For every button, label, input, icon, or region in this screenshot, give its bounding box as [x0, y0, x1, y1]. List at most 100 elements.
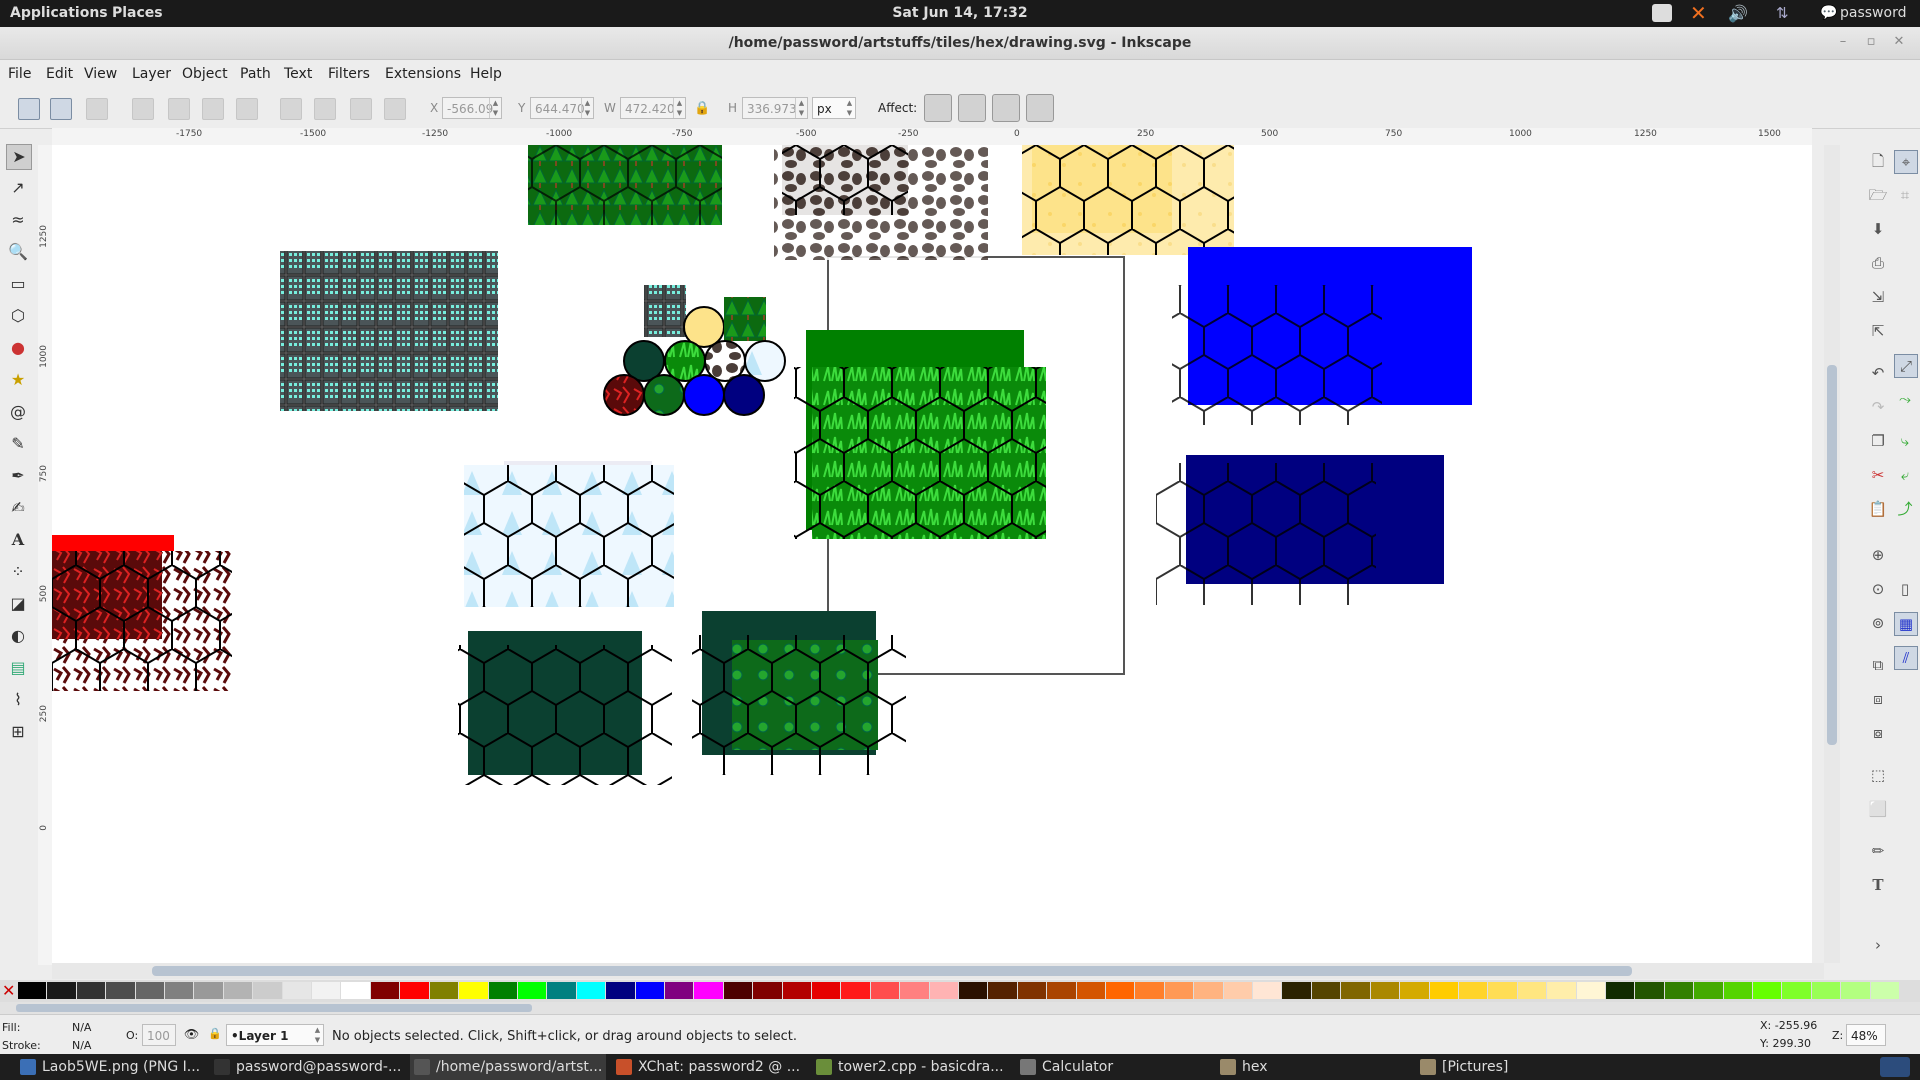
clone-icon[interactable]: ⧈ — [1867, 688, 1889, 710]
dropper-tool-icon[interactable]: ⌇ — [6, 688, 30, 712]
horizontal-ruler[interactable]: -1750 -1500 -1250 -1000 -750 -500 -250 0… — [52, 128, 1812, 146]
color-swatch[interactable] — [1458, 982, 1488, 999]
task-button[interactable]: tower2.cpp - basicdra... — [812, 1054, 1008, 1080]
color-swatch[interactable] — [1576, 982, 1605, 999]
spray-tool-icon[interactable]: ⁘ — [6, 560, 30, 584]
color-swatch[interactable] — [1752, 982, 1782, 999]
color-swatch[interactable] — [1870, 982, 1899, 999]
color-swatch[interactable] — [135, 982, 165, 999]
color-swatch[interactable] — [1047, 982, 1076, 999]
color-swatch[interactable] — [1782, 982, 1811, 999]
undo-icon[interactable]: ↶ — [1867, 362, 1889, 384]
color-swatch[interactable] — [1135, 982, 1164, 999]
3d-box-tool-icon[interactable]: ⬡ — [6, 304, 30, 328]
window-titlebar[interactable]: /home/password/artstuffs/tiles/hex/drawi… — [0, 27, 1920, 60]
affect-patterns-toggle[interactable] — [1026, 94, 1054, 122]
vertical-ruler[interactable]: 1250 1000 750 500 250 0 — [38, 145, 53, 965]
color-swatch[interactable] — [1723, 982, 1752, 999]
network-icon[interactable]: ⇅ — [1776, 4, 1796, 22]
pencil-tool-icon[interactable]: ✎ — [6, 432, 30, 456]
color-swatch[interactable] — [753, 982, 782, 999]
color-swatch[interactable] — [664, 982, 694, 999]
text-tool-icon[interactable]: A — [6, 528, 30, 552]
task-button[interactable]: [Pictures] — [1416, 1054, 1612, 1080]
color-swatch[interactable] — [547, 982, 576, 999]
snap-nodes-icon[interactable]: ⤢ — [1894, 354, 1918, 378]
close-icon[interactable]: ✕ — [1890, 33, 1908, 51]
color-swatch[interactable] — [194, 982, 223, 999]
color-swatch[interactable] — [400, 982, 429, 999]
maximize-icon[interactable]: ▫ — [1862, 33, 1880, 51]
horizontal-scroll-thumb[interactable] — [152, 966, 1632, 976]
zoom-selection-icon[interactable]: ⊕ — [1867, 544, 1889, 566]
snap-bbox-icon[interactable]: ⌗ — [1894, 184, 1916, 206]
lock-layer-icon[interactable]: 🔒 — [208, 1027, 222, 1040]
color-swatch[interactable] — [694, 982, 723, 999]
color-swatch[interactable] — [576, 982, 606, 999]
selector-tool-icon[interactable]: ➤ — [6, 144, 32, 170]
color-swatch[interactable] — [1311, 982, 1341, 999]
color-swatch[interactable] — [1811, 982, 1841, 999]
color-swatch[interactable] — [106, 982, 135, 999]
ungroup-icon[interactable]: ⬜ — [1867, 798, 1889, 820]
affect-stroke-toggle[interactable] — [924, 94, 952, 122]
zoom-drawing-icon[interactable]: ⊙ — [1867, 578, 1889, 600]
layer-select[interactable]: •Layer 1 ▲ ▼ — [226, 1024, 324, 1046]
color-swatch[interactable] — [1841, 982, 1870, 999]
duplicate-icon[interactable]: ⧉ — [1867, 654, 1889, 676]
snap-cusp-icon[interactable]: ⤷ — [1894, 430, 1916, 452]
task-button[interactable]: password@password-... — [210, 1054, 406, 1080]
color-swatch[interactable] — [429, 982, 459, 999]
menu-object[interactable]: Object — [182, 66, 228, 82]
notification-icon[interactable] — [1652, 4, 1672, 22]
color-swatch[interactable] — [1488, 982, 1517, 999]
w-field[interactable]: 472.420 ▲ ▼ — [620, 97, 686, 119]
color-swatch[interactable] — [1370, 982, 1400, 999]
color-swatch[interactable] — [1164, 982, 1194, 999]
task-button[interactable]: Laob5WE.png (PNG I... — [16, 1054, 206, 1080]
color-swatch[interactable] — [1400, 982, 1429, 999]
menu-filters[interactable]: Filters — [328, 66, 370, 82]
paste-icon[interactable]: 📋 — [1867, 498, 1889, 520]
unlink-clone-icon[interactable]: ⧇ — [1867, 722, 1889, 744]
color-swatch[interactable] — [282, 982, 312, 999]
affect-gradients-toggle[interactable] — [992, 94, 1020, 122]
color-swatch[interactable] — [635, 982, 664, 999]
color-swatch[interactable] — [1635, 982, 1664, 999]
pen-tool-icon[interactable]: ✒ — [6, 464, 30, 488]
h-stepper[interactable]: ▲ ▼ — [795, 98, 807, 118]
menu-edit[interactable]: Edit — [46, 66, 73, 82]
color-swatch[interactable] — [723, 982, 753, 999]
color-swatch[interactable] — [870, 982, 900, 999]
task-button[interactable]: hex — [1216, 1054, 1412, 1080]
eye-icon[interactable]: 👁 — [184, 1027, 199, 1041]
print-icon[interactable]: ⎙ — [1867, 252, 1889, 274]
gradient-tool-icon[interactable]: ▤ — [6, 656, 30, 680]
color-swatch[interactable] — [1017, 982, 1047, 999]
stroke-value[interactable]: N/A — [72, 1039, 91, 1052]
unit-select[interactable]: px ▲ ▼ — [812, 97, 856, 119]
task-button[interactable]: Calculator — [1016, 1054, 1212, 1080]
spiral-tool-icon[interactable]: @ — [6, 400, 30, 424]
task-button[interactable]: XChat: password2 @ ... — [612, 1054, 808, 1080]
ellipse-tool-icon[interactable]: ● — [6, 336, 30, 360]
color-swatch[interactable] — [165, 982, 194, 999]
x-stepper[interactable]: ▲ ▼ — [489, 98, 501, 118]
task-button-active[interactable]: /home/password/artst... — [410, 1054, 606, 1080]
snap-toggle-icon[interactable]: ⌖ — [1894, 150, 1918, 174]
bucket-tool-icon[interactable]: ◐ — [6, 624, 30, 648]
color-swatch[interactable] — [1605, 982, 1635, 999]
color-swatch[interactable] — [1282, 982, 1311, 999]
color-swatch[interactable] — [841, 982, 870, 999]
snap-grid-icon[interactable]: ▦ — [1894, 612, 1918, 636]
color-swatch[interactable] — [223, 982, 253, 999]
color-swatch[interactable] — [1547, 982, 1576, 999]
color-swatch[interactable] — [988, 982, 1017, 999]
h-field[interactable]: 336.973 ▲ ▼ — [742, 97, 808, 119]
color-swatch[interactable] — [1664, 982, 1694, 999]
import-icon[interactable]: ⇲ — [1867, 286, 1889, 308]
clock[interactable]: Sat Jun 14, 17:32 — [0, 5, 1920, 21]
calligraphy-tool-icon[interactable]: ✍ — [6, 496, 30, 520]
color-swatch[interactable] — [929, 982, 958, 999]
palette-scroll-thumb[interactable] — [16, 1004, 532, 1012]
